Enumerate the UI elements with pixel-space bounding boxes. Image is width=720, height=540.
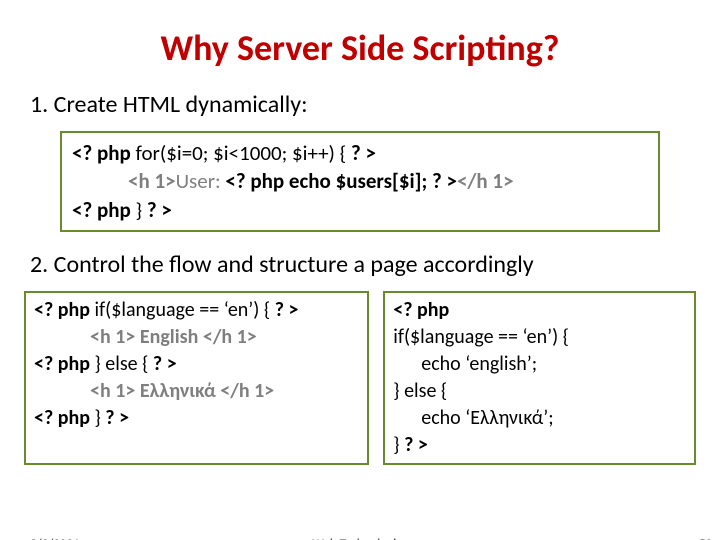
php-close: ? > xyxy=(404,433,428,457)
code-line: echo ‘english’; xyxy=(421,351,686,378)
slide-title: Why Server Side Scripting? xyxy=(0,26,720,70)
code-text: for($i=0; $i<1000; $i++) { xyxy=(136,140,347,166)
php-close: ? > xyxy=(346,140,376,166)
code-text: User: xyxy=(176,168,226,194)
php-close: ? > xyxy=(148,352,176,376)
code-line: <h 1> English </h 1> xyxy=(90,324,359,351)
html-tag: <h 1> xyxy=(128,168,176,194)
php-open: <? php xyxy=(34,352,94,376)
code-block-1: <? php for($i=0; $i<1000; $i++) { ? > <h… xyxy=(60,131,660,232)
code-text: } xyxy=(393,433,404,457)
html-tag: </h 1> xyxy=(457,168,514,194)
slide: Why Server Side Scripting? 1. Create HTM… xyxy=(0,26,720,540)
code-line: <h 1> Ελληνικά </h 1> xyxy=(90,378,359,405)
code-line: } ? > xyxy=(393,432,686,459)
php-open: <? php xyxy=(72,140,136,166)
code-line: <? php xyxy=(393,297,686,324)
code-line: <? php if($language == ‘en’) { ? > xyxy=(34,297,359,324)
code-block-2: <? php if($language == ‘en’) { ? > <h 1>… xyxy=(24,291,369,465)
code-text: if($language == ‘en’) { xyxy=(94,298,270,322)
code-line: <? php } else { ? > xyxy=(34,351,359,378)
point-1: 1. Create HTML dynamically: xyxy=(30,90,720,119)
html-tag: <h 1> English </h 1> xyxy=(90,325,257,349)
php-open: <? php xyxy=(72,197,136,223)
code-line: <? php } ? > xyxy=(34,405,359,432)
php-close: ? > xyxy=(142,197,172,223)
php-open: <? php xyxy=(34,298,94,322)
point-2: 2. Control the flow and structure a page… xyxy=(30,250,720,279)
code-row: <? php if($language == ‘en’) { ? > <h 1>… xyxy=(24,291,696,465)
code-text: } else { xyxy=(94,352,148,376)
code-block-3: <? php if($language == ‘en’) { echo ‘eng… xyxy=(383,291,696,465)
code-line: echo ‘Ελληνικά’; xyxy=(421,405,686,432)
php-open: <? php xyxy=(34,406,94,430)
code-line: <? php } ? > xyxy=(72,196,648,224)
code-line: if($language == ‘en’) { xyxy=(393,324,686,351)
code-line: } else { xyxy=(393,378,686,405)
php-close: ? > xyxy=(270,298,298,322)
php-inline: <? php echo $users[$i]; ? > xyxy=(225,168,457,194)
php-close: ? > xyxy=(101,406,129,430)
code-line: <h 1>User: <? php echo $users[$i]; ? ></… xyxy=(128,167,648,195)
html-tag: <h 1> Ελληνικά </h 1> xyxy=(90,379,274,403)
code-line: <? php for($i=0; $i<1000; $i++) { ? > xyxy=(72,139,648,167)
